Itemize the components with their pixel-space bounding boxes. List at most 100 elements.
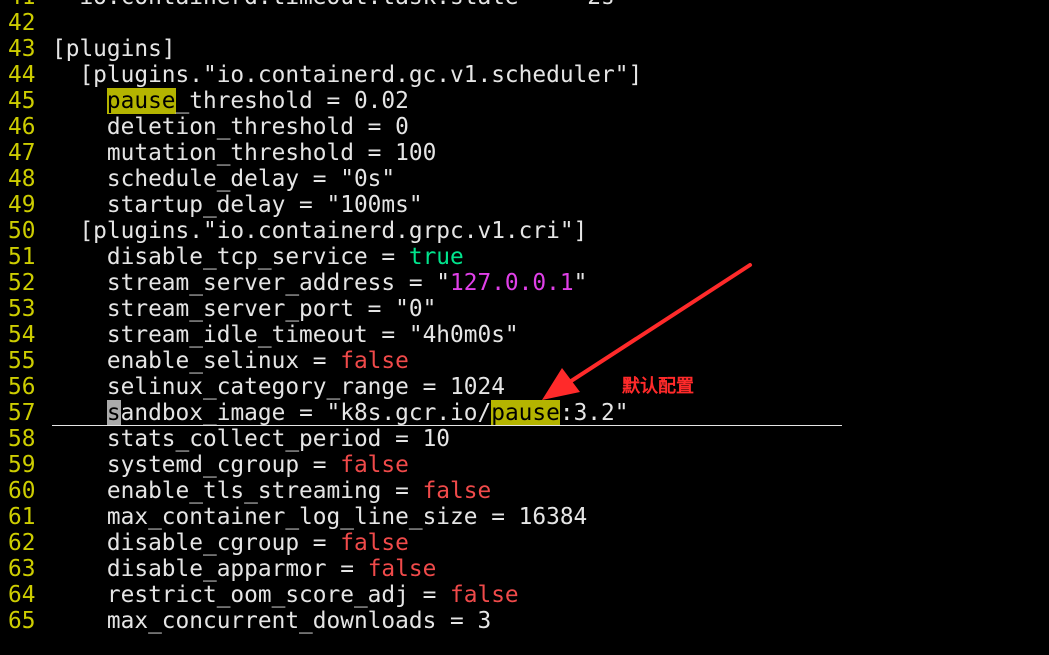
line-number: 52: [8, 270, 36, 296]
code-line[interactable]: 52 stream_server_address = "127.0.0.1": [0, 270, 642, 296]
code-token: systemd_cgroup =: [52, 452, 341, 478]
line-content[interactable]: deletion_threshold = 0: [52, 114, 409, 140]
code-token: deletion_threshold = 0: [52, 114, 409, 140]
line-number: 49: [8, 192, 36, 218]
line-content[interactable]: disable_tcp_service = true: [52, 244, 464, 270]
line-content[interactable]: sandbox_image = "k8s.gcr.io/pause:3.2": [52, 400, 628, 426]
code-line[interactable]: 41 io.containerd.timeout.task.state" = "…: [0, 0, 642, 10]
line-content[interactable]: stream_server_address = "127.0.0.1": [52, 270, 587, 296]
code-token: stats_collect_period = 10: [52, 426, 451, 452]
line-content[interactable]: restrict_oom_score_adj = false: [52, 582, 519, 608]
code-line[interactable]: 49 startup_delay = "100ms": [0, 192, 642, 218]
search-match: pause: [106, 88, 176, 114]
line-content[interactable]: max_container_log_line_size = 16384: [52, 504, 587, 530]
line-number: 65: [8, 608, 36, 634]
code-line[interactable]: 44 [plugins."io.containerd.gc.v1.schedul…: [0, 62, 642, 88]
code-token: enable_tls_streaming =: [52, 478, 423, 504]
line-number: 42: [8, 10, 36, 36]
boolean-literal: false: [340, 452, 409, 478]
code-token: ": [573, 270, 588, 296]
code-line[interactable]: 46 deletion_threshold = 0: [0, 114, 642, 140]
line-number: 43: [8, 36, 36, 62]
code-line[interactable]: 63 disable_apparmor = false: [0, 556, 642, 582]
line-number: 45: [8, 88, 36, 114]
code-line[interactable]: 58 stats_collect_period = 10: [0, 426, 642, 452]
code-token: restrict_oom_score_adj =: [52, 582, 451, 608]
code-line[interactable]: 61 max_container_log_line_size = 16384: [0, 504, 642, 530]
line-number: 56: [8, 374, 36, 400]
boolean-literal: true: [408, 244, 464, 270]
code-line[interactable]: 59 systemd_cgroup = false: [0, 452, 642, 478]
line-content[interactable]: systemd_cgroup = false: [52, 452, 409, 478]
code-token: disable_cgroup =: [52, 530, 341, 556]
code-token: [plugins."io.containerd.gc.v1.scheduler"…: [52, 62, 643, 88]
code-line[interactable]: 55 enable_selinux = false: [0, 348, 642, 374]
line-number: 61: [8, 504, 36, 530]
line-content[interactable]: [plugins."io.containerd.gc.v1.scheduler"…: [52, 62, 642, 88]
line-number: 46: [8, 114, 36, 140]
text-cursor: s: [106, 400, 121, 426]
line-number: 51: [8, 244, 36, 270]
code-line[interactable]: 47 mutation_threshold = 100: [0, 140, 642, 166]
line-number: 53: [8, 296, 36, 322]
boolean-literal: false: [450, 582, 519, 608]
code-token: io.containerd.timeout.task.state" = "2s": [52, 0, 628, 10]
line-content[interactable]: enable_tls_streaming = false: [52, 478, 491, 504]
code-token: selinux_category_range = 1024: [52, 374, 505, 400]
code-token: andbox_image = "k8s.gcr.io/: [120, 400, 492, 426]
code-token: disable_apparmor =: [52, 556, 368, 582]
boolean-literal: false: [340, 530, 409, 556]
line-number: 50: [8, 218, 36, 244]
code-token: :3.2": [559, 400, 629, 426]
code-line[interactable]: 51 disable_tcp_service = true: [0, 244, 642, 270]
code-line[interactable]: 45 pause_threshold = 0.02: [0, 88, 642, 114]
code-line[interactable]: 57 sandbox_image = "k8s.gcr.io/pause:3.2…: [0, 400, 843, 426]
code-token: mutation_threshold = 100: [52, 140, 437, 166]
line-content[interactable]: stats_collect_period = 10: [52, 426, 450, 452]
code-line[interactable]: 64 restrict_oom_score_adj = false: [0, 582, 642, 608]
code-line[interactable]: 53 stream_server_port = "0": [0, 296, 642, 322]
line-number: 57: [8, 400, 36, 426]
line-number: 59: [8, 452, 36, 478]
code-token: stream_server_port = "0": [52, 296, 437, 322]
boolean-literal: false: [422, 478, 492, 504]
terminal-vim-editor[interactable]: 41 io.containerd.timeout.task.state" = "…: [0, 0, 1049, 655]
code-line[interactable]: 50 [plugins."io.containerd.grpc.v1.cri"]: [0, 218, 642, 244]
code-line[interactable]: 56 selinux_category_range = 1024: [0, 374, 642, 400]
line-number: 41: [0, 0, 52, 10]
code-token: _threshold = 0.02: [175, 88, 409, 114]
code-line[interactable]: 60 enable_tls_streaming = false: [0, 478, 642, 504]
code-line[interactable]: 54 stream_idle_timeout = "4h0m0s": [0, 322, 642, 348]
line-number: 58: [8, 426, 36, 452]
code-token: [plugins]: [52, 36, 176, 62]
line-content[interactable]: selinux_category_range = 1024: [52, 374, 505, 400]
line-content[interactable]: startup_delay = "100ms": [52, 192, 423, 218]
code-token: schedule_delay = "0s": [52, 166, 396, 192]
boolean-literal: false: [367, 556, 437, 582]
line-content[interactable]: [plugins]: [52, 36, 176, 62]
line-content[interactable]: stream_server_port = "0": [52, 296, 436, 322]
line-content[interactable]: stream_idle_timeout = "4h0m0s": [52, 322, 519, 348]
code-line[interactable]: 42: [0, 10, 642, 36]
code-token: disable_tcp_service =: [52, 244, 409, 270]
line-content[interactable]: max_concurrent_downloads = 3: [52, 608, 491, 634]
line-content[interactable]: schedule_delay = "0s": [52, 166, 395, 192]
line-content[interactable]: io.containerd.timeout.task.state" = "2s": [52, 0, 628, 10]
line-number: 64: [8, 582, 36, 608]
code-token: startup_delay = "100ms": [52, 192, 423, 218]
code-line[interactable]: 43 [plugins]: [0, 36, 642, 62]
code-token: max_container_log_line_size = 16384: [52, 504, 588, 530]
code-line[interactable]: 65 max_concurrent_downloads = 3: [0, 608, 642, 634]
code-line[interactable]: 62 disable_cgroup = false: [0, 530, 642, 556]
annotation-label: 默认配置: [622, 376, 694, 397]
line-number: 54: [8, 322, 36, 348]
line-content[interactable]: disable_cgroup = false: [52, 530, 409, 556]
code-line[interactable]: 48 schedule_delay = "0s": [0, 166, 642, 192]
line-content[interactable]: [plugins."io.containerd.grpc.v1.cri"]: [52, 218, 587, 244]
line-content[interactable]: mutation_threshold = 100: [52, 140, 436, 166]
line-content[interactable]: enable_selinux = false: [52, 348, 409, 374]
line-content[interactable]: disable_apparmor = false: [52, 556, 436, 582]
line-content[interactable]: pause_threshold = 0.02: [52, 88, 409, 114]
